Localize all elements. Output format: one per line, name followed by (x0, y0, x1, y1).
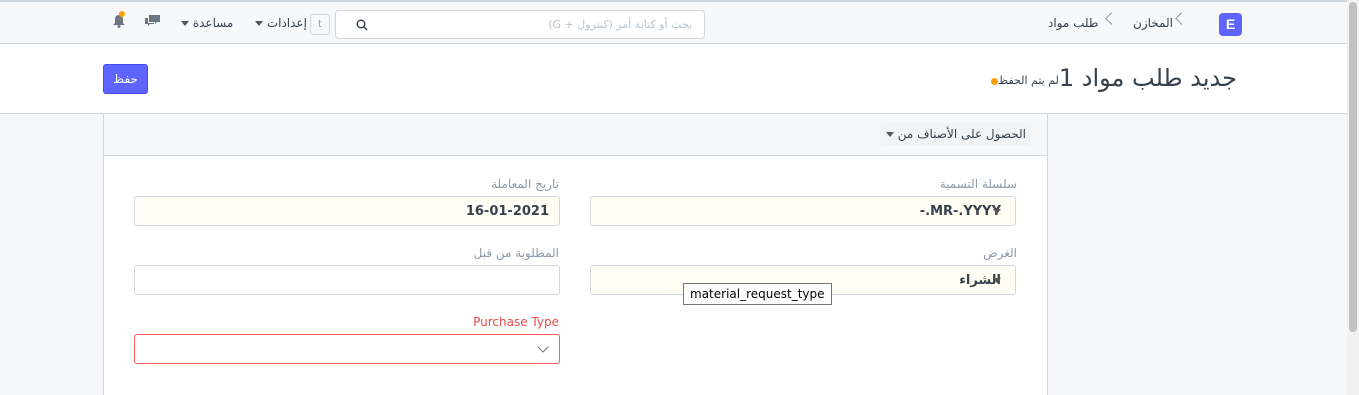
purpose-label: الغرض (983, 246, 1017, 260)
purchase-type-label: Purchase Type (473, 315, 559, 329)
status-dot-icon (991, 77, 998, 85)
page-scrollbar[interactable] (1347, 0, 1359, 395)
field-tooltip: material_request_type (683, 283, 832, 305)
search-icon (356, 19, 368, 31)
naming-series-value: MR-.YYYY.- (919, 204, 1001, 219)
required-by-input[interactable] (134, 265, 560, 295)
form-toolbar: الحصول على الأصناف من (104, 114, 1047, 156)
search-input[interactable]: بحث أو كتابة أمر (كنترول + G) (335, 10, 705, 39)
get-items-label: الحصول على الأصناف من (897, 127, 1026, 141)
form-layout: الحصول على الأصناف من سلسلة التسمية MR-.… (0, 114, 1347, 395)
required-by-label: المطلوبة من قبل (473, 246, 559, 260)
breadcrumb-material-request[interactable]: طلب مواد (1048, 16, 1098, 30)
page-head: جديد طلب مواد 1 لم يتم الحفظ حفظ (0, 44, 1347, 114)
form-card: الحصول على الأصناف من سلسلة التسمية MR-.… (103, 114, 1048, 395)
chevron-down-icon (181, 21, 189, 26)
chat-icon[interactable] (144, 14, 161, 28)
search-shortcut-key: t (310, 14, 330, 35)
naming-series-select[interactable]: MR-.YYYY.- (590, 196, 1016, 226)
status-text: لم يتم الحفظ (998, 74, 1059, 87)
chevron-down-icon (255, 21, 263, 26)
transaction-date-label: تاريخ المعاملة (491, 177, 559, 191)
chevron-down-icon (537, 341, 549, 353)
breadcrumb-stock[interactable]: المخازن (1133, 16, 1173, 30)
select-arrow-icon (993, 209, 1001, 214)
transaction-date-input[interactable]: 16-01-2021 (134, 196, 560, 226)
scrollbar-thumb[interactable] (1349, 2, 1357, 332)
help-menu[interactable]: مساعدة (181, 16, 233, 30)
page-title: جديد طلب مواد 1 (1058, 64, 1237, 92)
naming-series-label: سلسلة التسمية (939, 177, 1017, 191)
save-button[interactable]: حفظ (103, 64, 148, 94)
status-indicator: لم يتم الحفظ (988, 74, 1059, 87)
breadcrumb-chevron-icon (1175, 12, 1188, 25)
settings-menu[interactable]: إعدادات (255, 16, 307, 30)
transaction-date-value: 16-01-2021 (465, 204, 549, 219)
chevron-down-icon (885, 132, 894, 137)
app-logo[interactable]: E (1219, 13, 1242, 36)
settings-label: إعدادات (266, 16, 307, 30)
select-arrow-icon (993, 278, 1001, 283)
notification-bell-icon[interactable] (111, 11, 127, 29)
search-placeholder: بحث أو كتابة أمر (كنترول + G) (548, 18, 692, 31)
get-items-from-button[interactable]: الحصول على الأصناف من (879, 123, 1032, 145)
purchase-type-select[interactable] (134, 334, 560, 364)
notification-dot (119, 11, 125, 17)
help-label: مساعدة (192, 16, 234, 30)
top-navbar: E المخازن طلب مواد بحث أو كتابة أمر (كنت… (0, 0, 1347, 44)
breadcrumb-chevron-icon (1105, 12, 1118, 25)
